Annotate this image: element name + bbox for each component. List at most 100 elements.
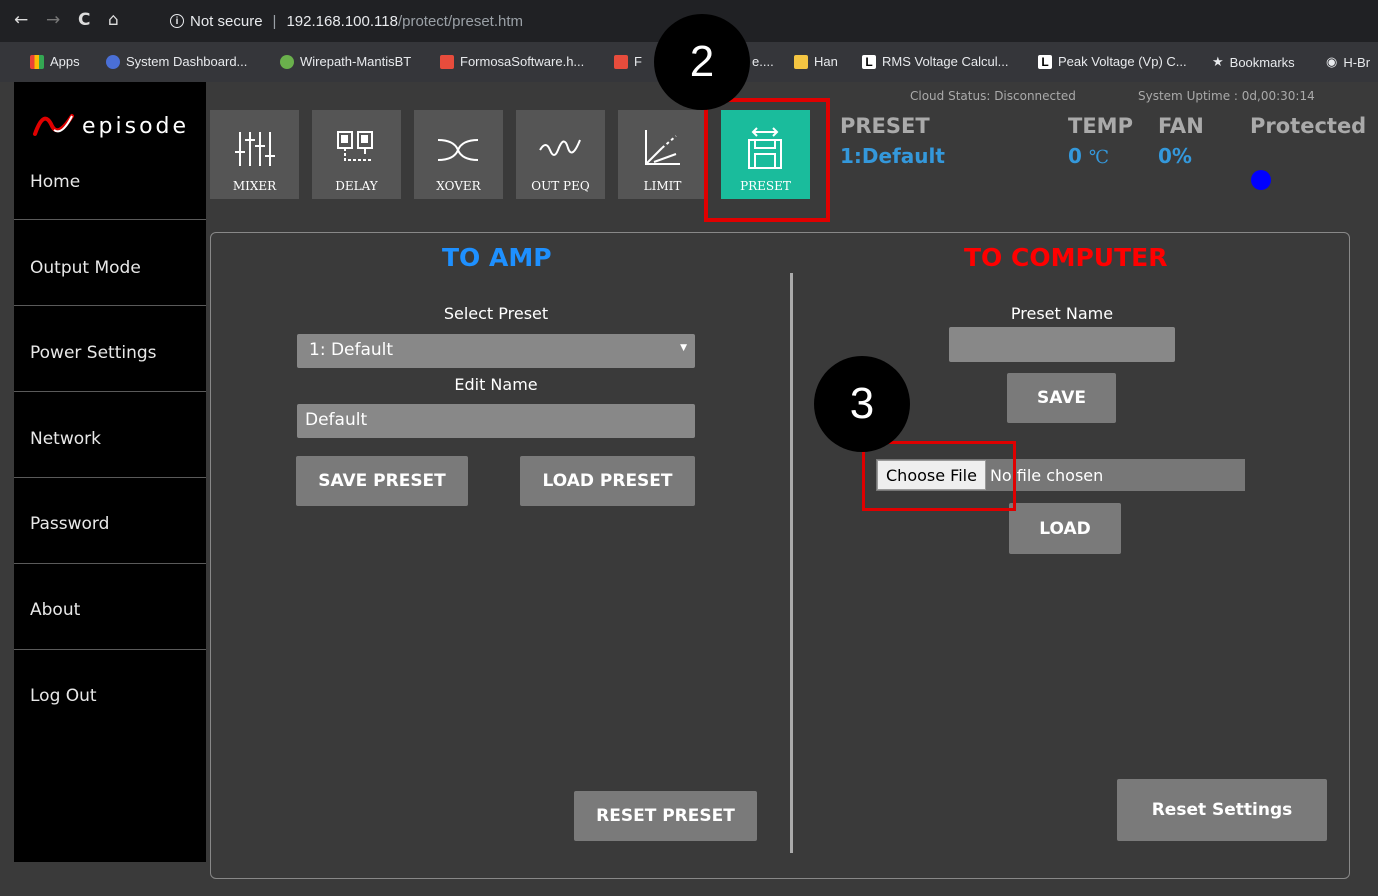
url-host: 192.168.100.118 — [286, 12, 398, 30]
to-computer-title: TO COMPUTER — [964, 243, 1168, 272]
tab-label: MIXER — [232, 179, 277, 193]
sidebar-item-about[interactable]: About — [14, 564, 206, 650]
sidebar-item-label: Output Mode — [30, 258, 141, 278]
folder-icon — [794, 54, 808, 69]
limiter-icon — [645, 130, 680, 165]
panel-divider — [790, 273, 793, 853]
formosa-icon — [440, 54, 454, 69]
sidebar-item-home[interactable]: Home — [14, 134, 206, 220]
sidebar-item-label: Log Out — [30, 686, 97, 706]
address-bar[interactable]: i Not secure | 192.168.100.118/protect/p… — [170, 10, 523, 32]
sidebar-item-log-out[interactable]: Log Out — [14, 650, 206, 736]
dashboard-icon — [106, 54, 120, 69]
delay-icon — [337, 131, 373, 161]
fan-header: FAN — [1158, 114, 1204, 138]
preset-panel: TO AMP Select Preset 1: Default ▼ Edit N… — [210, 232, 1350, 879]
bookmark-label: FormosaSoftware.h... — [460, 54, 585, 69]
bookmark-formosa-2[interactable]: F — [614, 54, 642, 69]
callout-highlight-preset — [704, 98, 830, 222]
sidebar: episode Home Output Mode Power Settings … — [14, 82, 206, 862]
fan-value: 0% — [1158, 144, 1192, 168]
sidebar-item-label: Power Settings — [30, 343, 157, 363]
save-preset-button[interactable]: SAVE PRESET — [296, 456, 468, 506]
formosa-icon — [614, 54, 628, 69]
temp-value: 0 ℃ — [1068, 144, 1109, 168]
sidebar-item-output-mode[interactable]: Output Mode — [14, 220, 206, 306]
tab-mixer[interactable]: MIXER — [210, 110, 299, 199]
tab-xover[interactable]: XOVER — [414, 110, 503, 199]
apps-icon — [30, 54, 44, 69]
tab-out-peq[interactable]: OUT PEQ — [516, 110, 605, 199]
callout-number-3: 3 — [814, 356, 910, 452]
preset-header: PRESET — [840, 114, 930, 138]
bookmark-han[interactable]: Han — [794, 54, 838, 69]
load-preset-button[interactable]: LOAD PRESET — [520, 456, 695, 506]
bookmark-label: H-Br — [1343, 54, 1371, 70]
save-to-computer-button[interactable]: SAVE — [1007, 373, 1116, 423]
home-icon[interactable]: ⌂ — [108, 10, 119, 30]
preset-value: 1:Default — [840, 144, 945, 168]
mantis-icon — [280, 54, 294, 69]
load-from-computer-button[interactable]: LOAD — [1009, 503, 1121, 554]
sidebar-item-label: Network — [30, 429, 101, 449]
bookmark-wirepath[interactable]: Wirepath-MantisBT — [280, 54, 411, 69]
sidebar-item-network[interactable]: Network — [14, 392, 206, 478]
crossover-icon — [437, 139, 479, 161]
edit-name-input[interactable]: Default — [297, 404, 695, 438]
bookmark-formosa[interactable]: FormosaSoftware.h... — [440, 54, 584, 69]
bookmark-label: RMS Voltage Calcul... — [882, 54, 1009, 69]
address-separator: | — [272, 12, 277, 30]
peq-wave-icon — [539, 139, 581, 156]
preset-select[interactable]: 1: Default ▼ — [297, 334, 695, 368]
tab-label: OUT PEQ — [531, 179, 590, 193]
bookmark-truncated[interactable]: e.... — [752, 54, 774, 69]
bookmark-rms-voltage[interactable]: L RMS Voltage Calcul... — [862, 54, 1008, 69]
preset-name-input[interactable] — [949, 327, 1175, 362]
reload-icon[interactable]: C — [78, 10, 90, 30]
protected-header: Protected — [1250, 114, 1367, 138]
bookmark-label: Wirepath-MantisBT — [300, 54, 412, 69]
preset-name-label: Preset Name — [1010, 304, 1114, 323]
tab-label: LIMIT — [643, 179, 682, 193]
bookmark-label: System Dashboard... — [126, 54, 248, 69]
bookmark-hbr[interactable]: ◉ H-Br — [1326, 54, 1370, 70]
select-preset-label: Select Preset — [443, 304, 549, 323]
bookmark-bookmarks[interactable]: ★ Bookmarks — [1212, 54, 1295, 70]
reset-settings-button[interactable]: Reset Settings — [1117, 779, 1327, 841]
edit-name-label: Edit Name — [454, 375, 538, 394]
globe-icon: ◉ — [1326, 54, 1338, 69]
bookmark-label: e.... — [752, 54, 774, 69]
callout-number-2: 2 — [654, 14, 750, 110]
back-icon[interactable]: ← — [14, 10, 28, 30]
temp-unit: ℃ — [1088, 147, 1110, 168]
reset-preset-button[interactable]: RESET PRESET — [574, 791, 757, 841]
sidebar-item-power-settings[interactable]: Power Settings — [14, 306, 206, 392]
tab-delay[interactable]: DELAY — [312, 110, 401, 199]
temp-number: 0 — [1068, 144, 1082, 168]
bookmark-label: Peak Voltage (Vp) C... — [1058, 54, 1187, 69]
tab-label: XOVER — [436, 179, 481, 193]
bookmark-system-dashboard[interactable]: System Dashboard... — [106, 54, 247, 69]
bookmark-label: Han — [814, 54, 838, 69]
star-icon: ★ — [1212, 54, 1224, 69]
bookmark-label: Bookmarks — [1229, 54, 1295, 70]
info-icon[interactable]: i — [170, 14, 184, 28]
protected-indicator — [1251, 170, 1271, 190]
app-area: episode Home Output Mode Power Settings … — [0, 82, 1378, 896]
bookmark-apps[interactable]: Apps — [30, 54, 80, 69]
callout-highlight-choose-file — [862, 441, 1016, 511]
security-label: Not secure — [190, 12, 263, 30]
bookmark-label: F — [634, 54, 642, 69]
forward-icon[interactable]: → — [46, 10, 60, 30]
temp-header: TEMP — [1068, 114, 1133, 138]
mixer-icon — [235, 132, 275, 166]
tab-limit[interactable]: LIMIT — [618, 110, 707, 199]
bookmark-label: Apps — [50, 54, 80, 69]
cloud-status: Cloud Status: Disconnected — [910, 89, 1076, 103]
to-amp-title: TO AMP — [442, 243, 552, 272]
bookmark-peak-voltage[interactable]: L Peak Voltage (Vp) C... — [1038, 54, 1187, 69]
system-uptime: System Uptime : 0d,00:30:14 — [1138, 89, 1315, 103]
sidebar-item-label: Home — [30, 172, 81, 192]
sidebar-item-label: About — [30, 600, 81, 620]
sidebar-item-password[interactable]: Password — [14, 478, 206, 564]
